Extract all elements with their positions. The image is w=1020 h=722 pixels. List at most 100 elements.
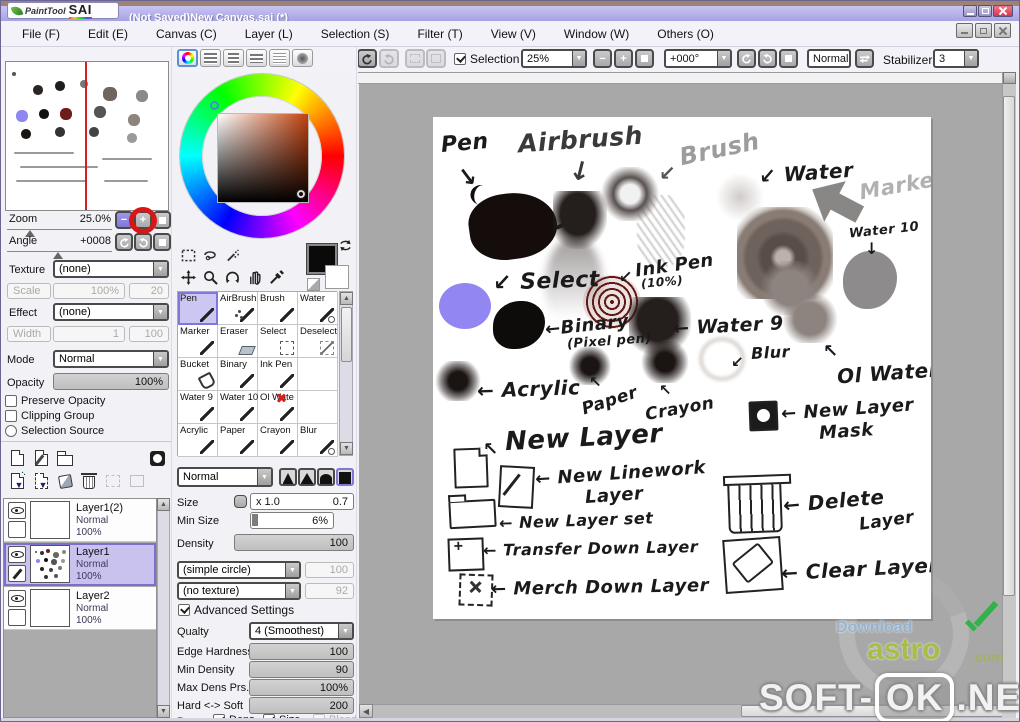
layer-visibility-button[interactable] — [8, 590, 26, 607]
hard-soft-bar[interactable]: 200 — [249, 697, 354, 714]
color-wheel-tab[interactable] — [177, 49, 198, 67]
zoom-reset-button[interactable] — [635, 49, 654, 68]
effect-dropdown[interactable]: (none) ▼ — [53, 303, 169, 321]
tool-cell-select[interactable]: Select — [258, 325, 298, 358]
canvas-top-scrollbar-button[interactable] — [1003, 72, 1016, 84]
undo-button[interactable] — [357, 49, 377, 68]
eyedropper-tool[interactable] — [266, 267, 286, 287]
advanced-settings-toggle[interactable]: Advanced Settings — [178, 603, 294, 617]
selection-source-toggle[interactable]: Selection Source — [5, 425, 104, 437]
menu-item-others-o[interactable]: Others (O) — [644, 24, 727, 44]
zoom-combo[interactable]: 25% ▼ — [521, 49, 587, 68]
menu-item-view-v[interactable]: View (V) — [478, 24, 549, 44]
layer-scroll-up-icon[interactable]: ▲ — [157, 498, 170, 511]
nav-zoom-slider[interactable] — [7, 229, 112, 230]
saturation-value-square[interactable] — [217, 113, 309, 203]
zoom-dropdown-arrow[interactable]: ▼ — [572, 51, 585, 66]
canvas-top-scrollbar[interactable] — [357, 72, 1003, 84]
layer-thumbnail[interactable] — [30, 501, 70, 539]
selection-checkbox[interactable] — [454, 53, 466, 65]
layer-visibility-button[interactable] — [8, 546, 26, 563]
layer-thumbnail[interactable] — [30, 589, 70, 627]
background-color-swatch[interactable] — [325, 265, 349, 289]
layer-paint-indicator[interactable] — [8, 521, 26, 538]
canvas-hscroll-left-button[interactable]: ◀ — [359, 704, 373, 718]
transparent-color-swatch[interactable] — [307, 278, 320, 291]
menu-item-canvas-c[interactable]: Canvas (C) — [143, 24, 230, 44]
color-mixer-tab[interactable] — [246, 49, 267, 67]
min-size-bar[interactable]: 6% — [250, 512, 334, 529]
advanced-settings-checkbox[interactable] — [178, 604, 190, 616]
lasso-tool[interactable] — [200, 245, 220, 265]
rect-select-tool[interactable] — [178, 245, 198, 265]
quality-dropdown[interactable]: 4 (Smoothest) ▼ — [249, 622, 354, 640]
palette-scroll-down-icon[interactable]: ▼ — [340, 442, 353, 455]
nav-angle-slider-handle[interactable] — [53, 252, 63, 259]
deselect-all-button[interactable] — [426, 49, 446, 68]
stabilizer-combo[interactable]: 3 ▼ — [933, 49, 979, 68]
crop-selection-button[interactable] — [405, 49, 425, 68]
canvas-vscroll-thumb[interactable] — [1003, 96, 1015, 596]
tool-cell-water-10[interactable]: Water 10 — [218, 391, 258, 424]
sv-cursor[interactable] — [296, 189, 306, 199]
brush-tip-medium-button[interactable] — [298, 468, 316, 486]
tool-cell-acrylic[interactable]: Acrylic — [178, 424, 218, 457]
title-bar[interactable]: (Not Saved)New Canvas.sai (*) — [1, 6, 1019, 24]
tool-cell-deselect[interactable]: Deselect — [298, 325, 338, 358]
child-close-button[interactable] — [994, 23, 1011, 38]
clipping-group-checkbox[interactable] — [5, 410, 17, 422]
flip-view-button[interactable] — [855, 49, 874, 68]
palette-scroll-up-icon[interactable]: ▲ — [340, 292, 353, 305]
preserve-opacity-checkbox[interactable] — [5, 395, 17, 407]
layer-row-layer1[interactable]: Layer1 Normal 100% — [4, 543, 156, 586]
layer-thumbnail[interactable] — [30, 545, 70, 583]
color-wheel[interactable] — [177, 71, 347, 243]
stabilizer-dropdown-arrow[interactable]: ▼ — [964, 51, 977, 66]
tool-cell-binary[interactable]: Binary — [218, 358, 258, 391]
tool-cell-pen[interactable]: Pen — [178, 292, 218, 325]
brush-blend-dropdown-arrow[interactable]: ▼ — [257, 469, 271, 485]
size-bar[interactable]: x 1.0 0.7 — [250, 493, 354, 510]
merge-down-layer-button[interactable]: ▼ — [31, 471, 51, 491]
tool-cell-paper[interactable]: Paper — [218, 424, 258, 457]
delete-layer-button[interactable] — [79, 471, 99, 491]
selection-toggle[interactable]: Selection — [454, 52, 519, 66]
tool-cell-water-9[interactable]: Water 9 — [178, 391, 218, 424]
zoom-in-button[interactable]: + — [614, 49, 633, 68]
new-layer-button[interactable] — [7, 448, 27, 468]
min-density-bar[interactable]: 90 — [249, 661, 354, 678]
menu-item-file-f[interactable]: File (F) — [9, 24, 73, 44]
brush-texture-dropdown[interactable]: (no texture) ▼ — [177, 582, 301, 600]
clear-layer-button[interactable] — [55, 471, 75, 491]
brush-tip-hard-button[interactable] — [317, 468, 335, 486]
tool-cell-water[interactable]: Water — [298, 292, 338, 325]
redo-button[interactable] — [379, 49, 399, 68]
swatches-tab[interactable] — [269, 49, 290, 67]
hsv-slider-tab[interactable] — [223, 49, 244, 67]
paint-transfer-button[interactable] — [127, 471, 147, 491]
layer-list-scrollbar[interactable]: ▲ ▼ — [157, 498, 170, 718]
rotate-reset-button[interactable] — [779, 49, 798, 68]
menu-item-selection-s[interactable]: Selection (S) — [308, 24, 403, 44]
tool-cell-eraser[interactable]: Eraser — [218, 325, 258, 358]
layer-paint-indicator[interactable] — [8, 609, 26, 626]
child-restore-button[interactable] — [975, 23, 992, 38]
paint-effect-button[interactable] — [103, 471, 123, 491]
selection-source-radio[interactable] — [5, 425, 17, 437]
canvas[interactable]: Pen↘Airbrush↓Brush↙↙ WaterMarkerWater 10… — [433, 117, 931, 619]
hue-marker[interactable] — [210, 101, 219, 110]
navigator-preview[interactable] — [5, 61, 169, 211]
max-dens-bar[interactable]: 100% — [249, 679, 354, 696]
view-mode-button[interactable]: Normal — [807, 49, 851, 68]
layer-paint-indicator[interactable] — [8, 565, 26, 582]
menu-item-filter-t[interactable]: Filter (T) — [404, 24, 475, 44]
layer-row-layer1-2[interactable]: Layer1(2) Normal 100% — [4, 499, 156, 542]
preserve-opacity-toggle[interactable]: Preserve Opacity — [5, 395, 105, 407]
texture-dropdown[interactable]: (none) ▼ — [53, 260, 169, 278]
clipping-group-toggle[interactable]: Clipping Group — [5, 410, 94, 422]
layer-mode-dropdown-arrow[interactable]: ▼ — [153, 352, 167, 366]
layer-mask-button[interactable] — [147, 448, 167, 468]
tool-cell-brush[interactable]: Brush — [258, 292, 298, 325]
tool-cell-marker[interactable]: Marker — [178, 325, 218, 358]
menu-item-window-w[interactable]: Window (W) — [551, 24, 642, 44]
